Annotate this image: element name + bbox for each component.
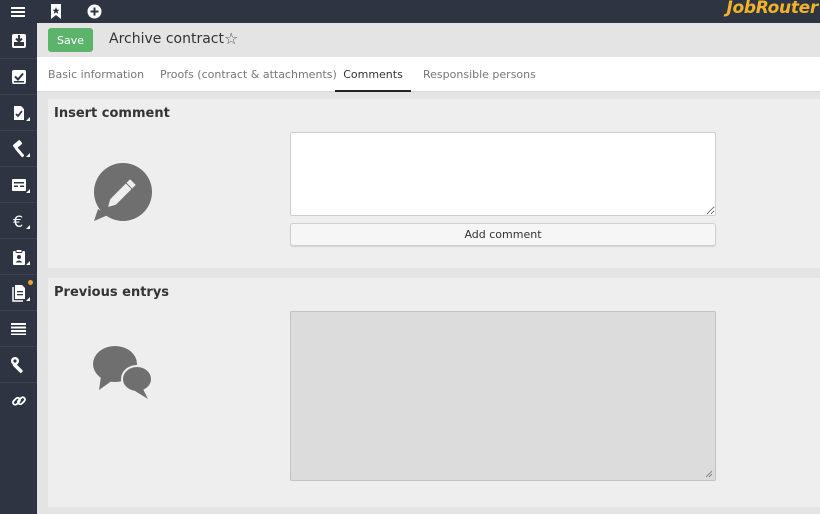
- insert-comment-panel: Insert comment Add comment: [48, 99, 820, 268]
- tab-basic-information[interactable]: Basic information: [48, 57, 144, 92]
- add-comment-button[interactable]: Add comment: [290, 223, 716, 246]
- bookmark-star-icon[interactable]: [44, 0, 68, 23]
- add-circle-icon[interactable]: [82, 0, 106, 23]
- page-header: Save Archive contract ☆: [37, 23, 820, 57]
- sidebar-item-hammer[interactable]: [0, 131, 37, 167]
- inbox-check-icon: [11, 69, 26, 84]
- save-button[interactable]: Save: [48, 28, 93, 52]
- brand-logo: JobRouter: [726, 0, 818, 18]
- top-bar: JobRouter: [0, 0, 820, 23]
- menu-icon[interactable]: [0, 0, 36, 23]
- sidebar-item-wrench[interactable]: [0, 347, 37, 383]
- tab-bar: Basic information Proofs (contract & att…: [37, 57, 820, 92]
- sidebar-item-table[interactable]: [0, 167, 37, 203]
- link-icon: [11, 396, 26, 406]
- hammer-icon: [12, 139, 24, 157]
- inbox-download-icon: [11, 33, 26, 48]
- page-title: Archive contract: [109, 31, 224, 47]
- tab-responsible-persons[interactable]: Responsible persons: [423, 57, 536, 92]
- sidebar-item-link[interactable]: [0, 383, 37, 419]
- documents-icon: [11, 284, 25, 302]
- euro-icon: €: [13, 213, 23, 229]
- previous-entries-panel: Previous entrys: [48, 278, 820, 507]
- document-edit-icon: [13, 105, 24, 120]
- sidebar-item-euro[interactable]: €: [0, 203, 37, 239]
- previous-entries-title: Previous entrys: [54, 285, 170, 300]
- sidebar: €: [0, 23, 37, 514]
- tab-comments[interactable]: Comments: [335, 57, 411, 92]
- clipboard-person-icon: [12, 248, 25, 265]
- svg-text:€: €: [13, 213, 23, 229]
- list-icon: [11, 322, 26, 335]
- table-icon: [11, 178, 26, 191]
- notification-dot: [28, 280, 33, 285]
- sidebar-item-clipboard[interactable]: [0, 239, 37, 275]
- sidebar-item-document-edit[interactable]: [0, 95, 37, 131]
- wrench-icon: [10, 356, 23, 373]
- tab-proofs[interactable]: Proofs (contract & attachments): [160, 57, 337, 92]
- star-outline-icon[interactable]: ☆: [224, 30, 238, 48]
- sidebar-item-inbox-check[interactable]: [0, 59, 37, 95]
- comment-textarea[interactable]: [290, 132, 716, 216]
- previous-entries-box[interactable]: [290, 311, 716, 481]
- sidebar-item-inbox-download[interactable]: [0, 23, 37, 59]
- speech-pencil-icon: [94, 163, 152, 221]
- speech-bubbles-icon: [93, 346, 153, 399]
- insert-comment-title: Insert comment: [54, 106, 170, 121]
- sidebar-item-list[interactable]: [0, 311, 37, 347]
- resize-grip-icon[interactable]: [705, 470, 713, 478]
- sidebar-item-documents[interactable]: [0, 275, 37, 311]
